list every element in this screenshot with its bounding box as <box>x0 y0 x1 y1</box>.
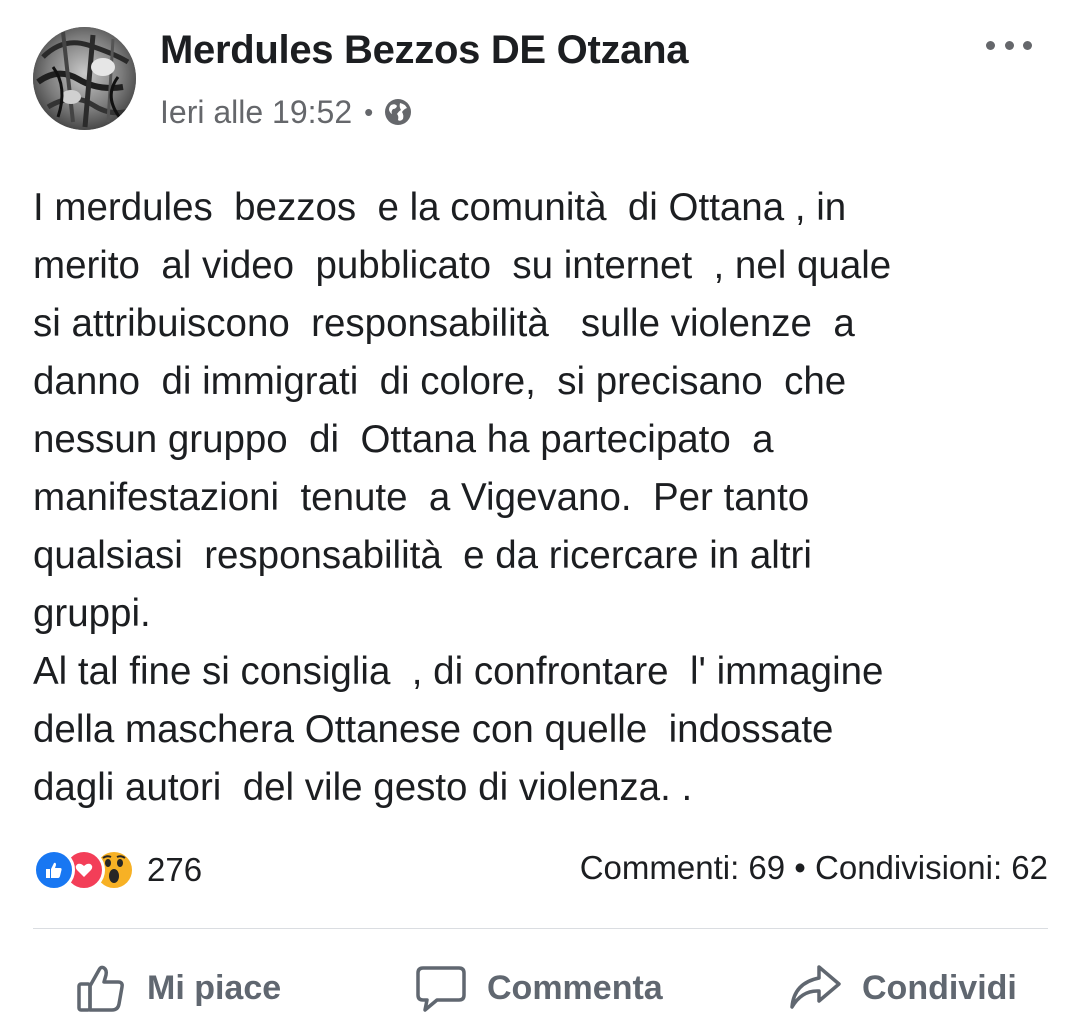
post-meta: Ieri alle 19:52 • <box>160 92 413 132</box>
comments-shares-count[interactable]: Commenti: 69 • Condivisioni: 62 <box>580 849 1048 887</box>
share-arrow-icon <box>790 965 841 1009</box>
post-text-line: qualsiasi responsabilità e da ricercare … <box>33 534 812 577</box>
post-text-line: nessun gruppo di Ottana ha partecipato a <box>33 418 774 461</box>
comment-icon <box>416 966 466 1012</box>
post-text-line: dagli autori del vile gesto di violenza.… <box>33 766 693 809</box>
reaction-count: 276 <box>147 851 203 888</box>
meta-separator: • <box>364 96 374 127</box>
post-text-line: Al tal fine si consiglia , di confrontar… <box>33 650 884 693</box>
like-reaction-icon <box>33 849 75 891</box>
post-text-line: si attribuiscono responsabilità sulle vi… <box>33 302 855 345</box>
comment-label: Commenta <box>487 968 663 1007</box>
post-timestamp[interactable]: Ieri alle 19:52 <box>160 94 352 131</box>
action-bar: Mi piace Commenta Condividi <box>33 958 1048 1018</box>
reactions-summary[interactable]: 276 <box>33 847 202 893</box>
comment-button[interactable]: Commenta <box>415 958 663 1018</box>
post-text-line: manifestazioni tenute a Vigevano. Per ta… <box>33 476 810 519</box>
more-dot <box>1023 40 1032 50</box>
post-text: I merdules bezzos e la comunità di Ottan… <box>33 179 1053 817</box>
post-text-line: della maschera Ottanese con quelle indos… <box>33 708 834 751</box>
divider <box>33 928 1048 929</box>
share-label: Condividi <box>862 968 1017 1007</box>
share-button[interactable]: Condividi <box>788 958 1017 1018</box>
more-options-icon[interactable] <box>986 32 1032 58</box>
post-text-line: merito al video pubblicato su internet ,… <box>33 244 892 287</box>
thumbs-up-icon <box>77 965 124 1012</box>
more-dot <box>986 40 995 50</box>
post-text-line: danno di immigrati di colore, si precisa… <box>33 360 847 403</box>
page-name[interactable]: Merdules Bezzos DE Otzana <box>160 28 688 73</box>
like-label: Mi piace <box>147 968 282 1007</box>
page-avatar[interactable] <box>33 27 136 130</box>
globe-icon[interactable] <box>383 97 413 127</box>
post-text-line: gruppi. <box>33 592 151 635</box>
like-button[interactable]: Mi piace <box>75 958 281 1018</box>
post-text-line: I merdules bezzos e la comunità di Ottan… <box>33 186 847 229</box>
avatar-image <box>33 27 136 130</box>
more-dot <box>1004 40 1014 50</box>
